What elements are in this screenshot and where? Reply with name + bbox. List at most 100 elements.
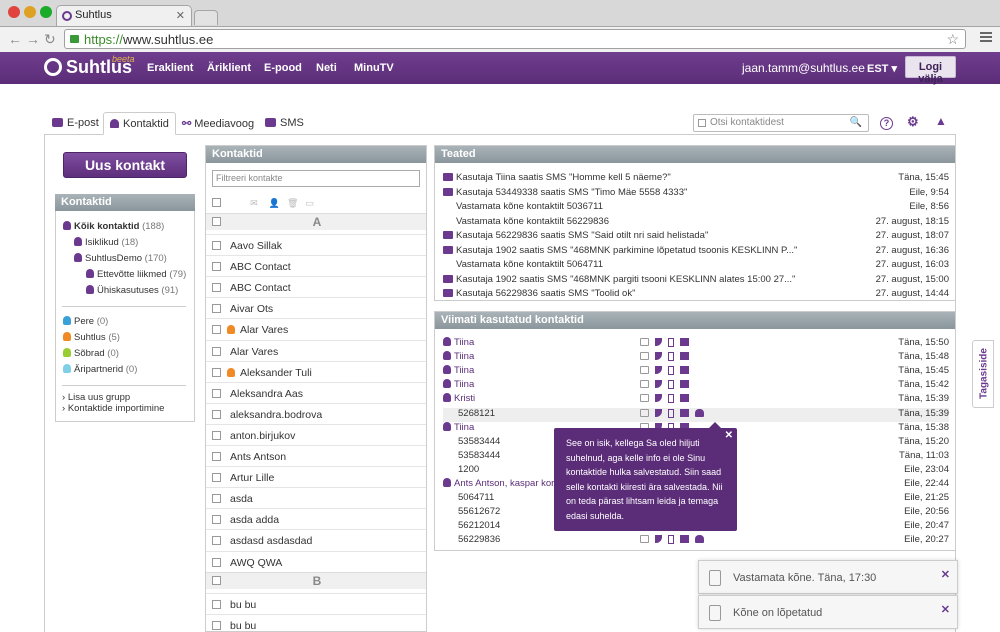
reload-icon[interactable]: ↻ [44, 31, 56, 48]
browser-tab[interactable]: Suhtlus ✕ [56, 5, 192, 26]
warning-icon[interactable]: ▲ [935, 114, 947, 128]
contact-row[interactable]: Ants Antson [206, 445, 426, 466]
mail-icon[interactable]: ✉ [250, 198, 258, 208]
bookmark-star-icon[interactable]: ☆ [946, 31, 959, 48]
mobile-icon[interactable] [668, 338, 674, 347]
gear-icon[interactable]: ⚙ [907, 114, 919, 130]
contact-checkbox[interactable] [212, 325, 221, 335]
contact-checkbox[interactable] [212, 283, 221, 293]
contact-row[interactable]: Alar Vares [206, 318, 426, 339]
group-personal[interactable]: Isiklikud (18) [74, 237, 138, 248]
mail-icon[interactable] [640, 408, 649, 417]
contact-row[interactable]: asda adda [206, 508, 426, 529]
contact-row[interactable]: aleksandra.bodrova [206, 402, 426, 424]
mail-icon[interactable] [640, 338, 649, 346]
recent-contact-row[interactable]: Tiina Täna, 15:50 [443, 337, 949, 351]
feed-row[interactable]: Kasutaja 1902 saatis SMS "468MNK parkimi… [443, 245, 949, 259]
suhtlus-logo[interactable]: Suhtlus beeta [44, 54, 135, 78]
search-icon[interactable]: 🔍 [850, 117, 862, 128]
phone-icon[interactable] [655, 408, 662, 417]
group-shared[interactable]: Ühiskasutuses (91) [86, 285, 178, 296]
contact-row[interactable]: bu bu [206, 613, 426, 631]
contact-checkbox[interactable] [212, 409, 221, 419]
sms-icon[interactable] [680, 366, 689, 375]
mobile-icon[interactable] [668, 366, 674, 376]
contact-row[interactable]: Alar Vares [206, 339, 426, 361]
contact-checkbox[interactable] [212, 367, 221, 377]
contact-row[interactable]: AWQ QWA [206, 550, 426, 572]
tab-mediafeed[interactable]: ⚯ Meediavoog [176, 112, 260, 135]
sms-icon[interactable] [680, 352, 689, 361]
close-tab-icon[interactable]: ✕ [176, 9, 185, 22]
contacts-filter-input[interactable]: Filtreeri kontakte [212, 170, 420, 187]
contact-row[interactable]: Aleksander Tuli [206, 360, 426, 382]
mail-icon[interactable] [640, 394, 649, 403]
tab-email[interactable]: E-post [46, 112, 105, 135]
contact-row[interactable]: ABC Contact [206, 276, 426, 297]
contact-checkbox[interactable] [212, 473, 221, 483]
mail-icon[interactable] [640, 535, 649, 544]
contact-row[interactable]: Artur Lille [206, 466, 426, 487]
tag-sobrad[interactable]: Sõbrad (0) [63, 348, 119, 359]
zoom-window-button[interactable] [40, 6, 52, 18]
select-all-checkbox[interactable] [212, 198, 221, 207]
sms-icon[interactable] [680, 408, 689, 417]
address-bar[interactable]: https://www.suhtlus.ee ☆ [64, 29, 966, 49]
add-person-icon[interactable]: 👤 [269, 198, 280, 208]
new-tab-button[interactable] [194, 10, 218, 25]
feed-row[interactable]: Vastamata kõne kontaktilt 5036711 Eile, 8… [443, 201, 949, 215]
nav-link-ariklient[interactable]: Äriklient [207, 62, 251, 74]
recent-contact-row[interactable]: Tiina Täna, 15:48 [443, 351, 949, 365]
logout-button[interactable]: Logi välja [905, 56, 956, 85]
contact-checkbox[interactable] [212, 557, 221, 567]
contact-checkbox[interactable] [212, 620, 221, 630]
close-icon[interactable]: ✕ [941, 603, 950, 616]
contact-row[interactable]: asda [206, 487, 426, 508]
mobile-icon[interactable] [668, 408, 674, 418]
recent-contact-row[interactable]: 5268121 Täna, 15:39 [443, 407, 949, 422]
contact-checkbox[interactable] [212, 304, 221, 314]
phone-icon[interactable] [655, 394, 662, 403]
contact-checkbox[interactable] [212, 430, 221, 440]
contact-row[interactable]: bu bu [206, 592, 426, 614]
group-suhtlusdemo[interactable]: SuhtlusDemo (170) [74, 253, 167, 264]
feed-row[interactable]: Kasutaja 53449338 saatis SMS "Timo Mäe 5… [443, 187, 949, 201]
nav-link-eraklient[interactable]: Eraklient [147, 62, 193, 74]
feedback-tab[interactable]: Tagasiside [972, 340, 994, 408]
group-company-members[interactable]: Ettevõtte liikmed (79) [86, 269, 186, 280]
mail-icon[interactable] [640, 380, 649, 389]
phone-icon[interactable] [655, 366, 662, 375]
sms-icon[interactable] [680, 338, 689, 346]
contact-checkbox[interactable] [212, 346, 221, 356]
add-group-link[interactable]: › Lisa uus grupp [62, 392, 130, 403]
new-contact-button[interactable]: Uus kontakt [63, 152, 187, 178]
trash-icon[interactable]: 🗑 [287, 198, 298, 208]
contact-row[interactable]: Aleksandra Aas [206, 381, 426, 403]
nav-link-minutv[interactable]: MinuTV [354, 62, 394, 74]
phone-icon[interactable] [655, 535, 662, 544]
forward-icon[interactable]: → [26, 31, 40, 47]
phone-icon[interactable] [655, 380, 662, 389]
feed-row[interactable]: Kasutaja Tiina saatis SMS "Homme kell 5 … [443, 172, 949, 186]
recent-contact-row[interactable]: Tiina Täna, 15:45 [443, 365, 949, 379]
recent-contact-row[interactable]: Kristi Täna, 15:39 [443, 393, 949, 407]
phone-icon[interactable] [655, 338, 662, 346]
contact-row[interactable]: ABC Contact [206, 255, 426, 276]
import-contacts-link[interactable]: › Kontaktide importimine [62, 403, 164, 414]
contact-checkbox[interactable] [212, 599, 221, 609]
contact-checkbox[interactable] [212, 452, 221, 461]
mail-icon[interactable] [640, 366, 649, 375]
sms-icon[interactable]: ▭ [305, 198, 314, 208]
tab-sms[interactable]: SMS [259, 112, 310, 135]
feed-row[interactable]: Vastamata kõne kontaktilt 56229836 27. au… [443, 216, 949, 230]
contact-row[interactable]: anton.birjukov [206, 423, 426, 445]
feed-row[interactable]: Kasutaja 1902 saatis SMS "468MNK pargiti… [443, 274, 949, 288]
mobile-icon[interactable] [668, 352, 674, 362]
nav-link-neti[interactable]: Neti [316, 62, 337, 74]
mail-icon[interactable] [640, 352, 649, 361]
contact-checkbox[interactable] [212, 536, 221, 546]
browser-menu-icon[interactable] [980, 32, 992, 44]
sms-icon[interactable] [680, 535, 689, 544]
contact-row[interactable]: asdasd asdasdad [206, 529, 426, 550]
minimize-window-button[interactable] [24, 6, 36, 18]
